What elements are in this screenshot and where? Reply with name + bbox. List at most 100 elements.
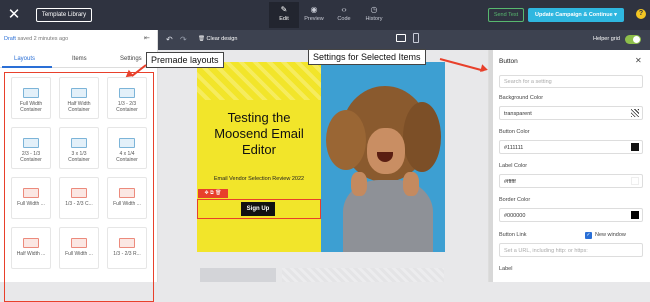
layout-full-width-icon — [23, 88, 39, 98]
canvas-toolbar-right: Helper grid — [485, 30, 650, 50]
layout-tile[interactable]: Half Width Container — [59, 77, 99, 119]
tab-settings[interactable]: Settings — [120, 56, 142, 62]
close-icon[interactable]: ✕ — [6, 7, 22, 23]
trash-icon: 🗑 — [198, 36, 205, 42]
email-subtitle[interactable]: Email Vendor Selection Review 2022 — [203, 176, 315, 182]
helper-grid-toggle[interactable] — [625, 35, 641, 44]
arrow — [439, 58, 484, 72]
email-next-block[interactable] — [282, 268, 444, 282]
layout-image-icon — [23, 188, 39, 198]
selection-toolbar[interactable]: ✥ ⧉ 🗑 — [198, 189, 228, 198]
layouts-grid: Full Width Container Half Width Containe… — [4, 72, 154, 302]
field-value: transparent — [504, 111, 532, 117]
layout-tile[interactable]: 4 x 1/4 Container — [107, 127, 147, 169]
update-campaign-button[interactable]: Update Campaign & Continue ▾ — [528, 8, 624, 22]
layout-tile-label: 1/3 - 2/3 C... — [65, 201, 93, 207]
layout-tile[interactable]: 1/3 - 2/3 C... — [59, 177, 99, 219]
close-icon[interactable]: ✕ — [635, 56, 642, 65]
layout-tile[interactable]: Full Width ... — [107, 177, 147, 219]
clock-icon: ◷ — [370, 5, 378, 14]
settings-panel: Button ✕ Search for a setting Background… — [488, 50, 650, 282]
color-swatch[interactable] — [631, 109, 639, 117]
signup-button[interactable]: Sign Up — [241, 202, 275, 216]
field-value: #111111 — [504, 145, 524, 151]
redo-icon[interactable]: ↷ — [180, 35, 187, 44]
tab-code[interactable]: ‹› Code — [329, 2, 359, 28]
layout-tile-label: 2/3 - 1/3 Container — [20, 151, 42, 163]
active-tab-indicator — [2, 66, 52, 68]
layout-tile[interactable]: 2/3 - 1/3 Container — [11, 127, 51, 169]
layout-tile-label: 1/3 - 2/3 R... — [113, 251, 141, 257]
layout-image-icon — [71, 188, 87, 198]
field-label: Label Color — [499, 163, 528, 169]
label-color-field[interactable]: #ffffff — [499, 174, 643, 188]
settings-search-input[interactable]: Search for a setting — [499, 75, 643, 88]
photo-hair — [326, 110, 366, 170]
layout-tile[interactable]: 3 x 1/3 Container — [59, 127, 99, 169]
left-tabs: Layouts Items Settings — [0, 50, 158, 68]
background-color-field[interactable]: transparent — [499, 106, 643, 120]
mobile-view-icon[interactable] — [413, 33, 419, 43]
tab-edit-label: Edit — [279, 16, 289, 22]
color-swatch[interactable] — [631, 177, 639, 185]
tab-preview-label: Preview — [304, 16, 324, 22]
template-library-button[interactable]: Template Library — [36, 8, 92, 22]
email-text-column[interactable]: Testing the Moosend Email Editor Email V… — [197, 62, 321, 252]
layout-one-third-icon — [119, 88, 135, 98]
layout-four-col-icon — [119, 138, 135, 148]
tab-items[interactable]: Items — [72, 56, 87, 62]
eye-icon: ◉ — [310, 5, 318, 14]
panel-title: Button — [499, 58, 518, 65]
help-icon[interactable]: ? — [636, 9, 646, 19]
tab-code-label: Code — [337, 16, 351, 22]
tab-history-label: History — [365, 16, 383, 22]
color-swatch[interactable] — [631, 143, 639, 151]
layout-image-icon — [71, 238, 87, 248]
tab-edit[interactable]: ✎ Edit — [269, 2, 299, 28]
color-swatch[interactable] — [631, 211, 639, 219]
layout-three-col-icon — [71, 138, 87, 148]
send-test-button[interactable]: Send Test — [488, 8, 524, 22]
draft-label: Draft — [4, 36, 16, 42]
layout-tile[interactable]: 1/3 - 2/3 Container — [107, 77, 147, 119]
draft-time: saved 2 minutes ago — [17, 36, 69, 42]
layout-tile[interactable]: Full Width ... — [59, 227, 99, 269]
layout-tile[interactable]: Full Width Container — [11, 77, 51, 119]
email-next-block[interactable] — [200, 268, 276, 282]
left-panel: Draft saved 2 minutes ago ⇤ Layouts Item… — [0, 30, 158, 302]
layout-tile-label: Full Width ... — [65, 251, 93, 257]
layout-image-icon — [23, 238, 39, 248]
field-label: Background Color — [499, 95, 544, 101]
callout-settings: Settings for Selected Items — [308, 49, 426, 65]
email-title[interactable]: Testing the Moosend Email Editor — [203, 110, 315, 158]
button-color-field[interactable]: #111111 — [499, 140, 643, 154]
top-bar: ✕ Template Library ✎ Edit ◉ Preview ‹› C… — [0, 0, 650, 30]
layout-tile[interactable]: 1/3 - 2/3 R... — [107, 227, 147, 269]
scrollbar[interactable] — [489, 50, 493, 282]
email-photo[interactable] — [321, 62, 445, 252]
pencil-icon: ✎ — [280, 5, 288, 14]
desktop-view-icon[interactable] — [396, 34, 406, 42]
undo-icon[interactable]: ↶ — [166, 35, 173, 44]
field-label: Button Color — [499, 129, 530, 135]
button-link-input[interactable]: Set a URL, including http: or https: — [499, 243, 643, 257]
layout-tile-label: Full Width ... — [113, 201, 141, 207]
tab-history[interactable]: ◷ History — [359, 2, 389, 28]
field-value: #000000 — [504, 213, 526, 219]
clear-design-button[interactable]: 🗑 Clear design — [198, 36, 237, 42]
layout-tile-label: 3 x 1/3 Container — [68, 151, 90, 163]
draft-status: Draft saved 2 minutes ago — [4, 36, 68, 42]
new-window-checkbox[interactable]: ✓ — [585, 232, 592, 239]
layout-image-icon — [119, 188, 135, 198]
photo-hand — [351, 172, 367, 196]
layout-tile-label: Full Width ... — [17, 201, 45, 207]
layout-tile[interactable]: Half Width ... — [11, 227, 51, 269]
email-preview[interactable]: Testing the Moosend Email Editor Email V… — [197, 62, 445, 252]
collapse-panel-icon[interactable]: ⇤ — [144, 34, 150, 42]
tab-layouts[interactable]: Layouts — [14, 56, 35, 62]
code-icon: ‹› — [341, 5, 347, 14]
layout-tile[interactable]: Full Width ... — [11, 177, 51, 219]
field-value: #ffffff — [504, 179, 516, 185]
tab-preview[interactable]: ◉ Preview — [299, 2, 329, 28]
border-color-field[interactable]: #000000 — [499, 208, 643, 222]
